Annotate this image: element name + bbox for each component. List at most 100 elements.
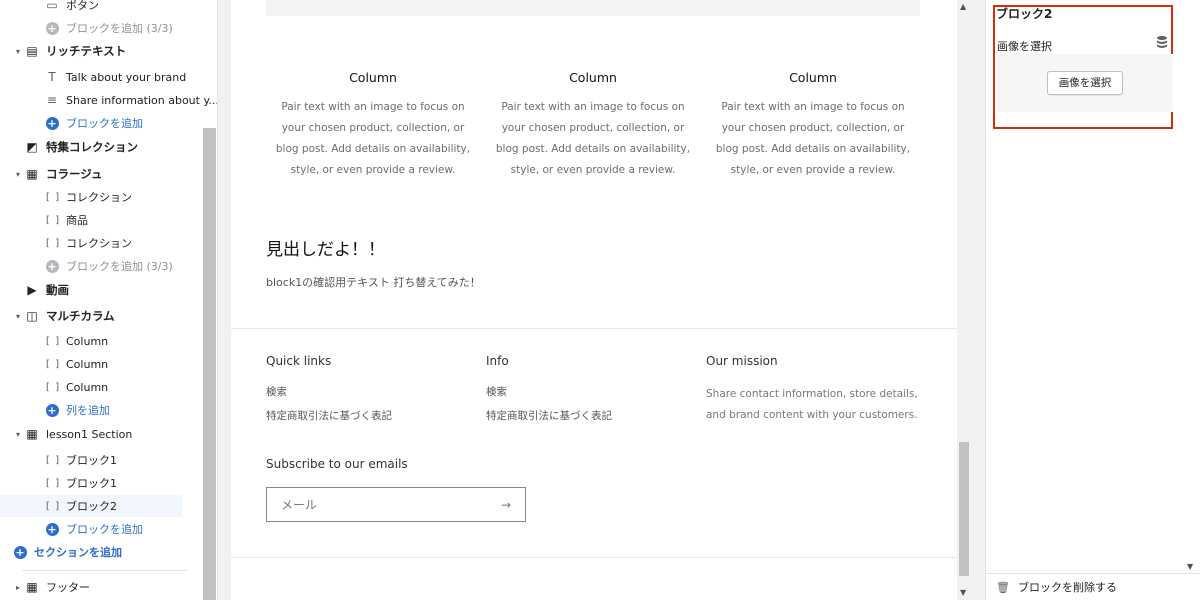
sidebar-block-item[interactable]: [ ] ブロック1 <box>0 472 117 494</box>
sidebar-block-item[interactable]: [ ] コレクション <box>0 186 132 208</box>
footer-link-legal[interactable]: 特定商取引法に基づく表記 <box>266 408 392 423</box>
sidebar-item-label: コレクション <box>66 191 132 204</box>
bracket-icon: [ ] <box>44 191 60 203</box>
dynamic-source-icon[interactable] <box>1156 35 1168 49</box>
sidebar-item-label: ブロックを追加 <box>66 523 143 536</box>
bracket-icon: [ ] <box>44 381 60 393</box>
footer-link-legal[interactable]: 特定商取引法に基づく表記 <box>486 408 612 423</box>
column-text-line: style, or even provide a review. <box>730 164 896 176</box>
sidebar-block-item[interactable]: ≡ Share information about y... <box>0 89 217 111</box>
scroll-down-icon[interactable]: ▼ <box>960 588 966 597</box>
sidebar-scrollbar[interactable] <box>203 128 216 600</box>
plus-circle-icon: + <box>45 116 59 130</box>
sidebar-block-item[interactable]: [ ] 商品 <box>0 209 88 231</box>
footer-link-search[interactable]: 検索 <box>266 384 392 399</box>
delete-block-button[interactable]: 🗑 ブロックを削除する <box>986 573 1200 600</box>
chevron-down-icon[interactable]: ▾ <box>12 47 24 56</box>
footer-mission: Our mission Share contact information, s… <box>706 354 926 426</box>
column-text-line: blog post. Add details on availability, <box>495 143 691 155</box>
add-block-button[interactable]: + ブロックを追加 (3/3) <box>0 17 173 39</box>
sidebar-item-label: 商品 <box>66 214 88 227</box>
chevron-down-icon[interactable]: ▾ <box>12 312 24 321</box>
sidebar-section[interactable]: ▸ ▦ フッター <box>0 576 90 598</box>
plus-circle-icon: + <box>13 545 27 559</box>
plus-circle-icon: + <box>45 522 59 536</box>
column-text-line: blog post. Add details on availability, <box>715 143 911 155</box>
sidebar-block-item[interactable]: ▭ ボタン <box>0 0 99 16</box>
sidebar-item-label: コレクション <box>66 237 132 250</box>
sidebar-section[interactable]: ▾ ▤ リッチテキスト <box>0 40 126 62</box>
chevron-down-icon[interactable]: ▾ <box>12 170 24 179</box>
sidebar-item-label: マルチカラム <box>46 309 115 323</box>
sidebar-item-label: セクションを追加 <box>34 546 122 559</box>
sidebar-block-item[interactable]: T Talk about your brand <box>0 66 186 88</box>
column-text-line: blog post. Add details on availability, <box>275 143 471 155</box>
footer-info: Info 検索 特定商取引法に基づく表記 <box>486 354 612 432</box>
sidebar-block-item[interactable]: [ ] ブロック2 <box>0 495 182 517</box>
sidebar-section[interactable]: ▶ 動画 <box>0 279 69 301</box>
sidebar-section[interactable]: ▾ ▦ lesson1 Section <box>0 423 132 445</box>
multicolumn-column: Column Pair text with an image to focus … <box>708 70 918 181</box>
layout-icon: ▦ <box>26 167 38 181</box>
scroll-up-icon[interactable]: ▲ <box>960 2 966 11</box>
image-picker: 画像を選択 <box>997 54 1173 112</box>
add-block-button[interactable]: + ブロックを追加 <box>0 518 143 540</box>
newsletter-email-input[interactable]: メール → <box>266 487 526 522</box>
section-headline: 見出しだよ！！ <box>266 240 385 260</box>
sidebar-item-label: ブロックを追加 (3/3) <box>66 22 173 35</box>
plus-circle-icon: + <box>45 21 59 35</box>
add-block-button[interactable]: + 列を追加 <box>0 399 110 421</box>
chevron-right-icon[interactable]: ▸ <box>12 583 24 592</box>
sidebar-block-item[interactable]: [ ] ブロック1 <box>0 449 117 471</box>
email-placeholder: メール <box>281 498 318 512</box>
mission-text: Share contact information, store details… <box>706 388 918 421</box>
footer-divider <box>231 328 957 329</box>
column-text-line: style, or even provide a review. <box>510 164 676 176</box>
sidebar-section[interactable]: ◩ 特集コレクション <box>0 136 138 158</box>
column-title: Column <box>349 70 397 85</box>
column-title: Column <box>569 70 617 85</box>
sidebar-block-item[interactable]: [ ] Column <box>0 376 108 398</box>
footer-quick-links: Quick links 検索 特定商取引法に基づく表記 <box>266 354 392 432</box>
sidebar-section[interactable]: ▾ ◫ マルチカラム <box>0 305 115 327</box>
sidebar-item-label: Column <box>66 380 109 394</box>
column-text-line: your chosen product, collection, or <box>501 122 685 134</box>
sidebar-item-label: Column <box>66 357 109 371</box>
sidebar-item-label: ブロック1 <box>66 477 117 490</box>
arrow-right-icon[interactable]: → <box>501 498 511 512</box>
add-block-button[interactable]: + ブロックを追加 (3/3) <box>0 255 173 277</box>
delete-block-label: ブロックを削除する <box>1017 581 1117 594</box>
sidebar-item-label: 動画 <box>46 283 69 297</box>
add-section-button[interactable]: + セクションを追加 <box>0 541 122 563</box>
sidebar-block-item[interactable]: [ ] Column <box>0 330 108 352</box>
play-icon: ▶ <box>27 283 37 297</box>
sidebar-block-item[interactable]: [ ] Column <box>0 353 108 375</box>
sidebar-item-label: フッター <box>46 581 90 594</box>
bracket-icon: [ ] <box>44 214 60 226</box>
scroll-down-icon[interactable]: ▼ <box>1187 562 1193 571</box>
panel-block-title: ブロック2 <box>996 7 1053 21</box>
preview-top-band <box>266 0 920 16</box>
column-text-line: your chosen product, collection, or <box>721 122 905 134</box>
sidebar-section[interactable]: ▾ ▦ コラージュ <box>0 163 102 185</box>
sidebar-item-label: Column <box>66 334 109 348</box>
text-block-icon: ▤ <box>26 44 38 58</box>
footer-link-search[interactable]: 検索 <box>486 384 612 399</box>
column-text-line: Pair text with an image to focus on <box>501 101 685 113</box>
trash-icon: 🗑 <box>996 580 1010 594</box>
chevron-down-icon[interactable]: ▾ <box>12 430 24 439</box>
bracket-icon: [ ] <box>44 335 60 347</box>
bracket-icon: [ ] <box>44 358 60 370</box>
collection-icon: ◩ <box>26 140 38 154</box>
footer-bottom-divider <box>231 557 957 558</box>
column-text-line: your chosen product, collection, or <box>281 122 465 134</box>
select-image-button[interactable]: 画像を選択 <box>1047 71 1123 95</box>
preview-scrollbar-thumb[interactable] <box>959 442 969 576</box>
sidebar-block-item[interactable]: [ ] コレクション <box>0 232 132 254</box>
sidebar-item-label: 列を追加 <box>66 404 110 417</box>
sidebar-item-label: 特集コレクション <box>46 140 138 154</box>
sidebar-item-label: lesson1 Section <box>46 427 133 441</box>
newsletter-title: Subscribe to our emails <box>266 457 408 471</box>
multicolumn-column: Column Pair text with an image to focus … <box>268 70 478 181</box>
add-block-button[interactable]: + ブロックを追加 <box>0 112 143 134</box>
